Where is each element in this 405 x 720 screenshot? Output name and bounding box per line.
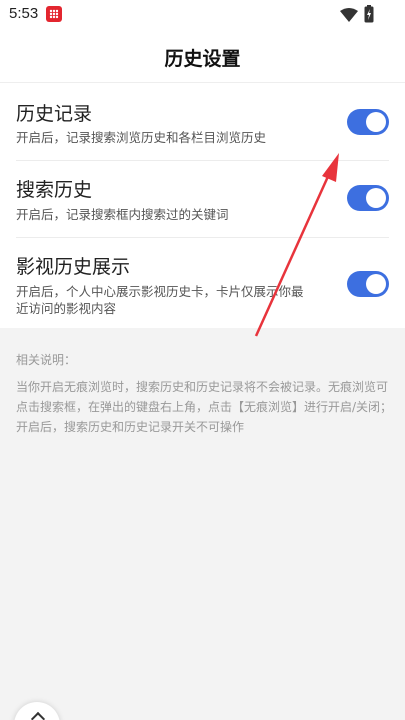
setting-title: 搜索历史 [16, 179, 93, 201]
video-history-toggle[interactable] [347, 271, 389, 297]
setting-description: 开启后，记录搜索框内搜索过的关键词 [16, 207, 229, 222]
status-time: 5:53 [9, 5, 39, 22]
chevron-up-icon [30, 711, 46, 720]
search-history-toggle[interactable] [347, 185, 389, 211]
status-bar: 5:53 [0, 0, 405, 30]
setting-title: 历史记录 [16, 103, 93, 125]
history-record-toggle[interactable] [347, 109, 389, 135]
header: 历史设置 [0, 30, 405, 83]
setting-history-record: 历史记录 开启后，记录搜索浏览历史和各栏目浏览历史 [0, 83, 405, 161]
setting-description: 开启后，个人中心展示影视历史卡，卡片仅展示你最近访问的影视内容 [16, 284, 304, 316]
setting-search-history: 搜索历史 开启后，记录搜索框内搜索过的关键词 [0, 161, 405, 237]
setting-title: 影视历史展示 [16, 256, 131, 278]
scroll-top-button[interactable] [14, 702, 60, 720]
page-title: 历史设置 [164, 48, 241, 70]
screen: 5:53 历史设置 历史记录 开启后，记录搜索浏览历史和各栏目浏览历史 搜索历史… [0, 0, 405, 720]
setting-video-history-display: 影视历史展示 开启后，个人中心展示影视历史卡，卡片仅展示你最近访问的影视内容 [0, 238, 405, 328]
toggle-knob [366, 112, 386, 132]
settings-list: 历史记录 开启后，记录搜索浏览历史和各栏目浏览历史 搜索历史 开启后，记录搜索框… [0, 83, 405, 328]
help-text: 当你开启无痕浏览时，搜索历史和历史记录将不会被记录。无痕浏览可点击搜索框，在弹出… [16, 380, 393, 434]
wifi-icon [340, 7, 358, 26]
help-title: 相关说明： [16, 353, 77, 367]
toggle-knob [366, 274, 386, 294]
setting-description: 开启后，记录搜索浏览历史和各栏目浏览历史 [16, 130, 267, 145]
battery-charging-icon [364, 5, 374, 27]
toggle-knob [366, 188, 386, 208]
red-app-icon [46, 6, 62, 22]
